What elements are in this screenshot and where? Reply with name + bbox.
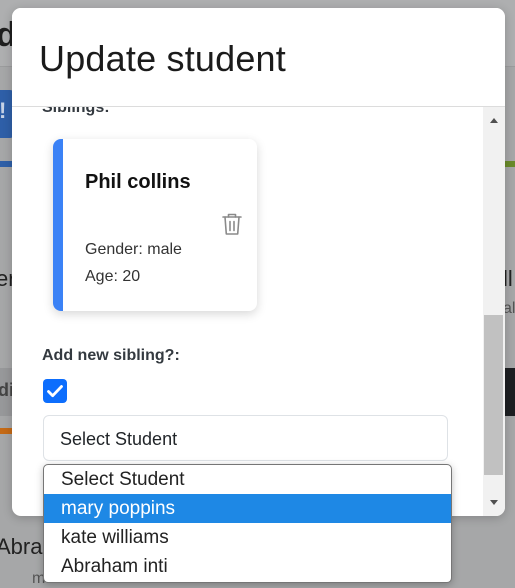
- sibling-card-accent: [53, 139, 63, 311]
- modal-body: Siblings: Phil collins Gender: male Age:…: [12, 107, 482, 516]
- background-green-line: [504, 161, 515, 167]
- modal-title: Update student: [39, 38, 286, 79]
- sibling-name: Phil collins: [85, 171, 191, 193]
- add-sibling-checkbox[interactable]: [43, 379, 67, 403]
- scroll-down-arrow-icon[interactable]: [483, 496, 505, 510]
- sibling-gender: Gender: male: [85, 241, 182, 258]
- student-select-dropdown: Select Student mary poppins kate william…: [43, 464, 452, 583]
- siblings-label: Siblings:: [42, 107, 110, 116]
- add-sibling-label: Add new sibling?:: [42, 347, 180, 364]
- scroll-up-arrow-icon[interactable]: [483, 113, 505, 127]
- sibling-card: Phil collins Gender: male Age: 20: [53, 139, 257, 311]
- modal-scrollbar[interactable]: [483, 107, 505, 516]
- modal-header: Update student: [12, 8, 505, 107]
- student-select[interactable]: Select Student: [43, 415, 448, 461]
- dropdown-option-abraham-inti[interactable]: Abraham inti: [44, 552, 451, 581]
- sibling-age: Age: 20: [85, 268, 141, 285]
- update-student-modal: Update student Siblings: Phil collins Ge…: [12, 8, 505, 516]
- dropdown-option-mary-poppins[interactable]: mary poppins: [44, 494, 451, 523]
- dropdown-option-kate-williams[interactable]: kate williams: [44, 523, 451, 552]
- scrollbar-thumb[interactable]: [484, 315, 503, 475]
- background-blue-button-label: !: [0, 98, 6, 124]
- dropdown-option-select-student[interactable]: Select Student: [44, 465, 451, 494]
- student-select-value: Select Student: [60, 429, 178, 449]
- trash-icon[interactable]: [220, 211, 244, 237]
- checkmark-icon: [47, 385, 63, 398]
